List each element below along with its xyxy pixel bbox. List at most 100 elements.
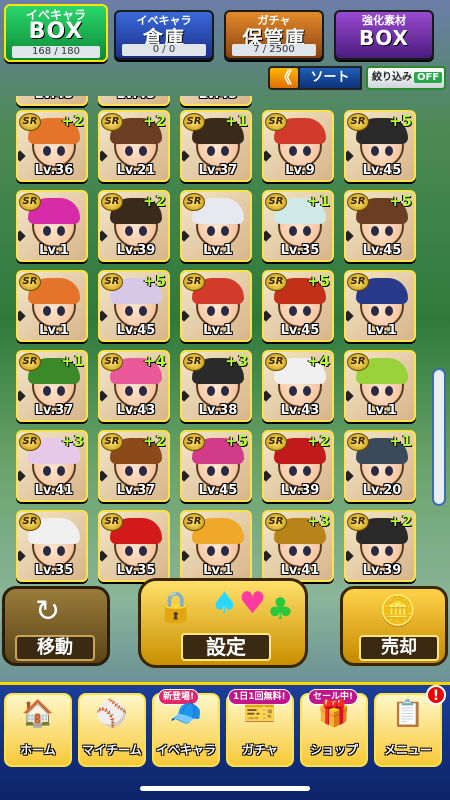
card-level: Lv.43 xyxy=(280,403,320,418)
sell-button[interactable]: 🪙 売却 xyxy=(340,586,448,666)
card-level: Lv.41 xyxy=(34,483,74,498)
character-card[interactable]: SR Lv.35 xyxy=(98,510,170,582)
card-level: Lv.43 xyxy=(116,403,156,418)
nav-home[interactable]: 🏠 ホーム xyxy=(4,693,72,767)
character-card[interactable]: SR Lv.1 xyxy=(16,190,88,262)
plus-level: +2 xyxy=(142,192,166,210)
character-eye xyxy=(303,146,311,156)
character-card[interactable]: SR +1 Lv.20 xyxy=(344,430,416,502)
nav-label: メニュー xyxy=(383,743,432,757)
shop-icon: 🎁 xyxy=(317,699,351,729)
sort-toggle-icon[interactable]: 《 xyxy=(268,66,300,90)
rarity-badge: SR xyxy=(347,513,369,531)
settings-lock-button[interactable]: 🔒 ♠ ♥ ♣ 設定 xyxy=(138,578,308,668)
menu-icon: 📋 xyxy=(391,699,425,729)
character-eye xyxy=(207,306,215,316)
character-card[interactable]: SR +5 Lv.45 xyxy=(180,430,252,502)
nav-my-team[interactable]: ⚾ マイチーム xyxy=(78,693,146,767)
gacha-icon: 🎫 xyxy=(243,699,277,729)
card-level: Lv.1 xyxy=(39,243,69,258)
character-card[interactable]: SR +2 Lv.39 xyxy=(98,190,170,262)
tab-event-chara-storage[interactable]: イベキャラ 倉庫 0 / 0 xyxy=(114,10,214,60)
rarity-badge: SR xyxy=(19,513,41,531)
position-diamond-icon xyxy=(18,230,26,242)
filter-button[interactable]: 絞り込み OFF xyxy=(366,66,446,90)
tab-material-box[interactable]: 強化素材 BOX xyxy=(334,10,434,60)
character-card[interactable]: Lv.45 xyxy=(16,96,88,106)
character-card[interactable]: SR Lv.1 xyxy=(344,350,416,422)
spade-icon: ♠ xyxy=(211,586,238,621)
home-indicator[interactable] xyxy=(140,786,310,791)
card-level: Lv.45 xyxy=(362,163,402,178)
nav-shop[interactable]: セール中! 🎁 ショップ xyxy=(300,689,368,767)
character-card[interactable]: SR +2 Lv.39 xyxy=(262,430,334,502)
nav-event-chara[interactable]: 新登場! 🧢 イベキャラ xyxy=(152,689,220,767)
character-eye xyxy=(303,226,311,236)
rarity-badge: SR xyxy=(183,513,205,531)
tab-count: 168 / 180 xyxy=(12,46,100,58)
character-card[interactable]: SR +5 Lv.45 xyxy=(344,190,416,262)
character-card[interactable]: SR Lv.1 xyxy=(180,270,252,342)
card-level: Lv.1 xyxy=(203,243,233,258)
character-card[interactable]: SR +3 Lv.38 xyxy=(180,350,252,422)
sort-bar: 《 ソート 絞り込み OFF xyxy=(268,64,446,92)
character-card[interactable]: SR Lv.35 xyxy=(16,510,88,582)
character-eye xyxy=(221,226,229,236)
card-level: Lv.20 xyxy=(362,483,402,498)
tab-big-label: BOX xyxy=(28,19,84,44)
card-level: Lv.45 xyxy=(184,96,250,104)
character-card[interactable]: SR +1 Lv.37 xyxy=(16,350,88,422)
sort-button[interactable]: ソート xyxy=(298,66,362,90)
move-label: 移動 xyxy=(15,635,95,661)
rarity-badge: SR xyxy=(101,353,123,371)
rarity-badge: SR xyxy=(265,513,287,531)
rarity-badge: SR xyxy=(183,113,205,131)
character-eye xyxy=(289,386,297,396)
rarity-badge: SR xyxy=(265,273,287,291)
nav-label: マイチーム xyxy=(82,743,142,757)
plus-level: +3 xyxy=(60,432,84,450)
character-card[interactable]: Lv.45 xyxy=(180,96,252,106)
character-card[interactable]: SR +2 Lv.39 xyxy=(344,510,416,582)
character-card[interactable]: SR +1 Lv.37 xyxy=(180,110,252,182)
plus-level: +1 xyxy=(388,432,412,450)
character-eye xyxy=(207,466,215,476)
character-card[interactable]: SR Lv.1 xyxy=(180,190,252,262)
character-card[interactable]: SR +3 Lv.41 xyxy=(262,510,334,582)
character-eye xyxy=(385,306,393,316)
character-card[interactable]: SR +3 Lv.41 xyxy=(16,430,88,502)
character-card[interactable]: SR +5 Lv.45 xyxy=(98,270,170,342)
character-card[interactable]: SR +5 Lv.45 xyxy=(344,110,416,182)
tab-gacha-vault[interactable]: ガチャ 保管庫 7 / 2500 xyxy=(224,10,324,60)
nav-gacha[interactable]: 1日1回無料! 🎫 ガチャ xyxy=(226,689,294,767)
character-card[interactable]: SR +2 Lv.36 xyxy=(16,110,88,182)
tab-event-chara-box[interactable]: イベキャラ BOX 168 / 180 xyxy=(4,4,108,62)
character-card[interactable]: SR +1 Lv.35 xyxy=(262,190,334,262)
character-eye xyxy=(207,146,215,156)
character-card[interactable]: SR Lv.1 xyxy=(180,510,252,582)
character-card[interactable]: SR Lv.1 xyxy=(344,270,416,342)
rarity-badge: SR xyxy=(101,193,123,211)
character-card[interactable]: SR +2 Lv.21 xyxy=(98,110,170,182)
move-button[interactable]: ↻ 移動 xyxy=(2,586,110,666)
position-diamond-icon xyxy=(264,150,272,162)
character-eye xyxy=(221,386,229,396)
character-card[interactable]: Lv.45 xyxy=(98,96,170,106)
position-diamond-icon xyxy=(182,150,190,162)
character-eye xyxy=(385,226,393,236)
character-card[interactable]: SR +5 Lv.45 xyxy=(262,270,334,342)
nav-menu[interactable]: ! 📋 メニュー xyxy=(374,685,446,767)
plus-level: +5 xyxy=(224,432,248,450)
position-diamond-icon xyxy=(100,470,108,482)
rarity-badge: SR xyxy=(347,433,369,451)
character-card[interactable]: SR +2 Lv.37 xyxy=(98,430,170,502)
character-card[interactable]: SR Lv.1 xyxy=(16,270,88,342)
character-eye xyxy=(371,546,379,556)
character-card[interactable]: SR +4 Lv.43 xyxy=(262,350,334,422)
character-card[interactable]: SR +4 Lv.43 xyxy=(98,350,170,422)
character-eye xyxy=(289,466,297,476)
character-card[interactable]: SR Lv.9 xyxy=(262,110,334,182)
character-eye xyxy=(385,546,393,556)
nav-label: ホーム xyxy=(20,743,56,757)
grid-scrollbar[interactable] xyxy=(432,368,446,506)
